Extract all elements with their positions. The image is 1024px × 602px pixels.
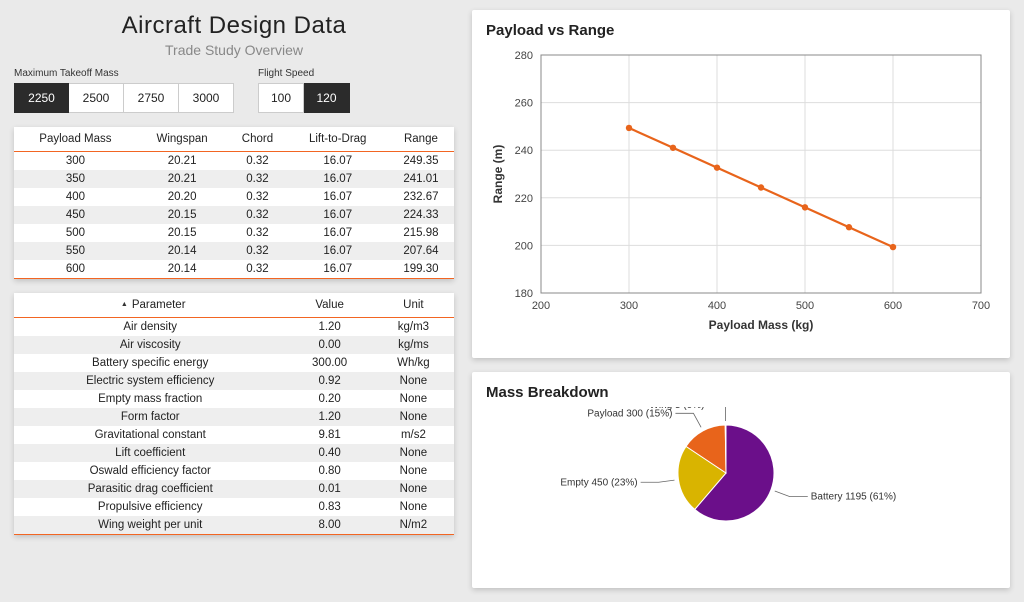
table-row: Oswald efficiency factor0.80None <box>14 462 454 480</box>
results-col-2[interactable]: Chord <box>227 127 287 152</box>
svg-text:500: 500 <box>796 300 814 312</box>
svg-text:280: 280 <box>515 50 533 62</box>
svg-text:240: 240 <box>515 145 533 157</box>
speed-label: Flight Speed <box>258 68 350 79</box>
mtom-option-3000[interactable]: 3000 <box>179 83 234 113</box>
table-row: Battery specific energy300.00Wh/kg <box>14 354 454 372</box>
table-row: Air viscosity0.00kg/ms <box>14 336 454 354</box>
svg-text:Battery 1195 (61%): Battery 1195 (61%) <box>811 491 896 502</box>
svg-text:180: 180 <box>515 288 533 300</box>
svg-text:300: 300 <box>620 300 638 312</box>
line-chart-card: Payload vs Range 18020022024026028020030… <box>472 10 1010 358</box>
table-row: 55020.140.3216.07207.64 <box>14 242 454 260</box>
table-row: Wing weight per unit8.00N/m2 <box>14 516 454 535</box>
mtom-option-2750[interactable]: 2750 <box>124 83 179 113</box>
svg-text:Payload Mass (kg): Payload Mass (kg) <box>709 318 814 332</box>
table-row: Empty mass fraction0.20None <box>14 390 454 408</box>
svg-text:200: 200 <box>532 300 550 312</box>
params-col-2[interactable]: Unit <box>373 293 454 318</box>
params-col-1[interactable]: Value <box>286 293 372 318</box>
results-col-0[interactable]: Payload Mass <box>14 127 137 152</box>
table-row: 60020.140.3216.07199.30 <box>14 260 454 279</box>
table-row: Form factor1.20None <box>14 408 454 426</box>
svg-text:Empty 450 (23%): Empty 450 (23%) <box>560 477 637 488</box>
svg-text:Wing 5 (0%): Wing 5 (0%) <box>649 407 704 411</box>
controls-row: Maximum Takeoff Mass 2250 2500 2750 3000… <box>14 68 454 113</box>
table-row: 45020.150.3216.07224.33 <box>14 206 454 224</box>
svg-text:700: 700 <box>972 300 990 312</box>
results-table-card: Payload MassWingspanChordLift-to-DragRan… <box>14 127 454 279</box>
svg-text:400: 400 <box>708 300 726 312</box>
mtom-option-2250[interactable]: 2250 <box>14 83 69 113</box>
table-row: Parasitic drag coefficient0.01None <box>14 480 454 498</box>
svg-text:200: 200 <box>515 240 533 252</box>
mtom-label: Maximum Takeoff Mass <box>14 68 234 79</box>
results-col-1[interactable]: Wingspan <box>137 127 228 152</box>
params-col-0[interactable]: ▲Parameter <box>14 293 286 318</box>
page-title: Aircraft Design Data <box>14 12 454 40</box>
mtom-button-row: 2250 2500 2750 3000 <box>14 83 234 113</box>
speed-option-120[interactable]: 120 <box>304 83 350 113</box>
pie-chart[interactable]: Battery 1195 (61%)Empty 450 (23%)Payload… <box>491 407 991 535</box>
page-subtitle: Trade Study Overview <box>14 42 454 58</box>
table-row: 50020.150.3216.07215.98 <box>14 224 454 242</box>
table-row: 30020.210.3216.07249.35 <box>14 152 454 171</box>
svg-text:260: 260 <box>515 98 533 110</box>
results-col-4[interactable]: Range <box>388 127 454 152</box>
speed-option-100[interactable]: 100 <box>258 83 304 113</box>
table-row: Lift coefficient0.40None <box>14 444 454 462</box>
table-row: Gravitational constant9.81m/s2 <box>14 426 454 444</box>
svg-text:600: 600 <box>884 300 902 312</box>
line-chart[interactable]: 180200220240260280200300400500600700Payl… <box>486 45 996 335</box>
svg-text:220: 220 <box>515 193 533 205</box>
params-table-card: ▲ParameterValueUnit Air density1.20kg/m3… <box>14 293 454 535</box>
results-col-3[interactable]: Lift-to-Drag <box>288 127 388 152</box>
results-table: Payload MassWingspanChordLift-to-DragRan… <box>14 127 454 279</box>
table-row: 35020.210.3216.07241.01 <box>14 170 454 188</box>
pie-chart-title: Mass Breakdown <box>486 384 996 401</box>
params-table: ▲ParameterValueUnit Air density1.20kg/m3… <box>14 293 454 535</box>
svg-text:Range (m): Range (m) <box>491 145 505 204</box>
pie-chart-card: Mass Breakdown Battery 1195 (61%) Empty 4… <box>472 372 1010 589</box>
table-row: 40020.200.3216.07232.67 <box>14 188 454 206</box>
speed-button-row: 100 120 <box>258 83 350 113</box>
line-chart-title: Payload vs Range <box>486 22 996 39</box>
table-row: Propulsive efficiency0.83None <box>14 498 454 516</box>
sort-asc-icon: ▲ <box>115 301 128 308</box>
table-row: Air density1.20kg/m3 <box>14 318 454 337</box>
mtom-option-2500[interactable]: 2500 <box>69 83 124 113</box>
table-row: Electric system efficiency0.92None <box>14 372 454 390</box>
